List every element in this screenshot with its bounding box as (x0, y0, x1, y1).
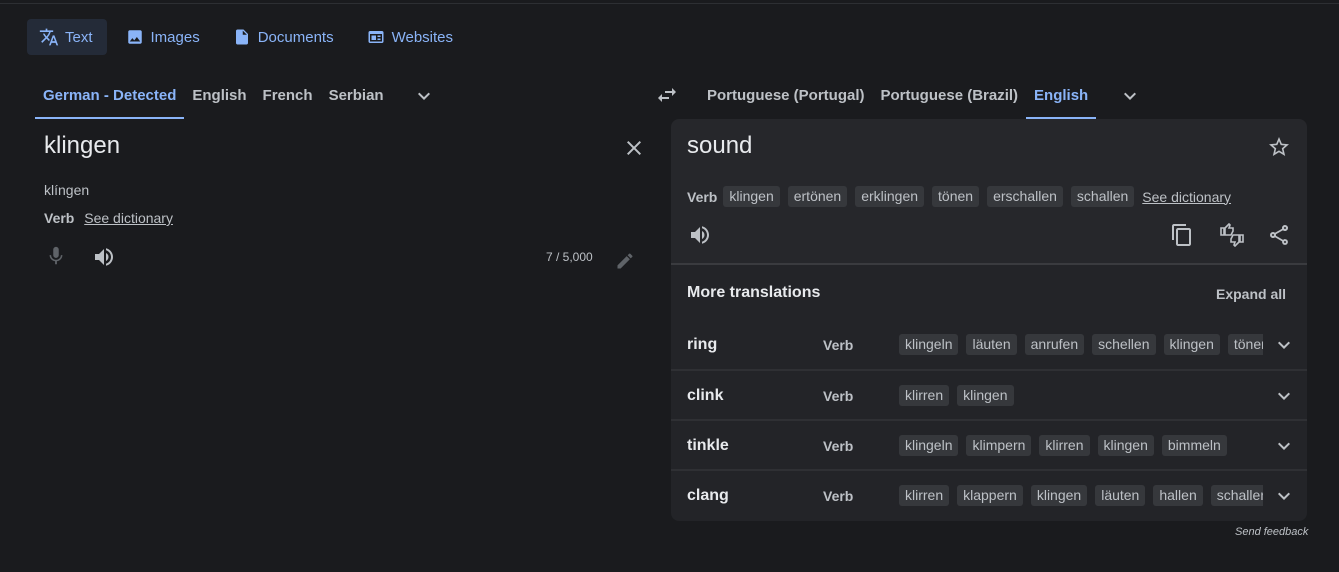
mode-tab-label: Text (65, 28, 93, 46)
translation-chips: klingeln läuten anrufen schellen klingen… (899, 334, 1263, 355)
translation-word: clink (687, 386, 724, 404)
character-count: 7 / 5,000 (546, 250, 593, 264)
mode-tab-label: Images (150, 28, 200, 46)
more-translations-title: More translations (687, 284, 821, 301)
translation-row[interactable]: clink Verb klirren klingen (671, 369, 1307, 420)
microphone-icon[interactable] (45, 245, 67, 267)
swap-languages-icon[interactable] (655, 83, 679, 107)
translation-row[interactable]: tinkle Verb klingeln klimpern klirren kl… (671, 419, 1307, 470)
clear-source-close-icon[interactable] (622, 136, 646, 160)
back-translation-chip[interactable]: läuten (1095, 485, 1146, 506)
translation-pos: Verb (823, 336, 854, 353)
source-definition-line: Verb See dictionary (44, 210, 173, 226)
translation-word: ring (687, 335, 718, 353)
translation-row[interactable]: clang Verb klirren klappern klingen läut… (671, 469, 1307, 520)
synonym-chip[interactable]: erklingen (855, 186, 925, 207)
target-lang-portuguese-portugal[interactable]: Portuguese (Portugal) (699, 72, 873, 119)
copy-icon[interactable] (1170, 223, 1194, 247)
expand-all-button[interactable]: Expand all (1216, 286, 1286, 302)
rate-translation-thumbs-icon[interactable] (1219, 222, 1244, 248)
target-listen-speaker-icon[interactable] (688, 223, 712, 247)
expand-row-chevron-down-icon[interactable] (1272, 484, 1296, 508)
back-translation-chip[interactable]: klirren (1039, 435, 1090, 456)
target-pos: Verb (687, 188, 718, 205)
translate-icon (39, 27, 59, 47)
translation-pos: Verb (823, 487, 854, 504)
translation-chips: klirren klingen (899, 385, 1263, 406)
back-translation-chip[interactable]: läuten (966, 334, 1017, 355)
translation-word: tinkle (687, 436, 729, 454)
translation-row[interactable]: ring Verb klingeln läuten anrufen schell… (671, 320, 1307, 369)
image-icon (125, 27, 145, 47)
source-see-dictionary-link[interactable]: See dictionary (84, 210, 173, 226)
back-translation-chip[interactable]: klingen (1097, 435, 1154, 456)
source-lang-serbian[interactable]: Serbian (321, 72, 392, 119)
synonym-chip[interactable]: erschallen (987, 186, 1063, 207)
mode-tab-label: Websites (391, 28, 454, 46)
source-lang-more-chevron-down-icon[interactable] (412, 84, 436, 108)
back-translation-chip[interactable]: bimmeln (1161, 435, 1227, 456)
mode-tab-websites[interactable]: Websites (354, 19, 467, 55)
target-lang-portuguese-brazil[interactable]: Portuguese (Brazil) (873, 72, 1027, 119)
expand-row-chevron-down-icon[interactable] (1272, 434, 1296, 458)
source-lang-english[interactable]: English (184, 72, 254, 119)
back-translation-chip[interactable]: schellen (1092, 334, 1156, 355)
mode-tab-images[interactable]: Images (113, 19, 214, 55)
target-lang-english[interactable]: English (1026, 72, 1097, 119)
target-synonyms-line: Verb klingen ertönen erklingen tönen ers… (687, 186, 1231, 207)
back-translation-chip[interactable]: schallen (1210, 485, 1263, 506)
save-translation-star-icon[interactable] (1267, 135, 1291, 159)
send-feedback-link[interactable]: Send feedback (1235, 526, 1308, 538)
translation-output-text: sound (687, 132, 753, 159)
back-translation-chip[interactable]: klimpern (966, 435, 1032, 456)
translation-chips: klingeln klimpern klirren klingen bimmel… (899, 435, 1263, 456)
top-divider (0, 3, 1339, 4)
back-translation-chip[interactable]: klingen (957, 385, 1014, 406)
synonym-chip[interactable]: klingen (723, 186, 780, 207)
back-translation-chip[interactable]: anrufen (1024, 334, 1085, 355)
source-transliteration: klíngen (44, 182, 90, 198)
source-language-bar: German - Detected English French Serbian (35, 72, 436, 119)
back-translation-chip[interactable]: klingeln (899, 334, 959, 355)
mode-tab-label: Documents (257, 28, 334, 46)
mode-tab-text[interactable]: Text (27, 19, 107, 55)
synonym-chip[interactable]: ertönen (787, 186, 848, 207)
back-translation-chip[interactable]: klingen (1163, 334, 1220, 355)
pencil-icon[interactable] (615, 251, 635, 271)
target-language-bar: Portuguese (Portugal) Portuguese (Brazil… (699, 72, 1142, 119)
expand-row-chevron-down-icon[interactable] (1272, 384, 1296, 408)
target-see-dictionary-link[interactable]: See dictionary (1142, 189, 1231, 205)
document-icon (232, 27, 252, 47)
back-translation-chip[interactable]: klingeln (899, 435, 959, 456)
back-translation-chip[interactable]: tönen (1227, 334, 1263, 355)
back-translation-chip[interactable]: klingen (1030, 485, 1088, 506)
source-pos: Verb (44, 210, 75, 226)
mode-tab-documents[interactable]: Documents (220, 19, 348, 55)
website-icon (366, 27, 386, 47)
translation-pos: Verb (823, 437, 854, 454)
synonym-chip[interactable]: schallen (1070, 186, 1135, 207)
source-listen-speaker-icon[interactable] (92, 245, 116, 269)
source-text-input[interactable]: klingen (44, 132, 120, 160)
share-icon[interactable] (1267, 223, 1291, 247)
synonym-chip[interactable]: tönen (932, 186, 980, 207)
translation-pos: Verb (823, 387, 854, 404)
back-translation-chip[interactable]: klirren (899, 385, 950, 406)
source-lang-french[interactable]: French (255, 72, 321, 119)
source-lang-detected[interactable]: German - Detected (35, 72, 185, 119)
target-lang-more-chevron-down-icon[interactable] (1118, 84, 1142, 108)
back-translation-chip[interactable]: klappern (957, 485, 1023, 506)
mode-tabs: Text Images Documents Websites (27, 19, 473, 55)
back-translation-chip[interactable]: hallen (1153, 485, 1203, 506)
expand-row-chevron-down-icon[interactable] (1272, 333, 1296, 357)
back-translation-chip[interactable]: klirren (899, 485, 950, 506)
translation-chips: klirren klappern klingen läuten hallen s… (899, 485, 1263, 506)
translation-word: clang (687, 486, 729, 504)
